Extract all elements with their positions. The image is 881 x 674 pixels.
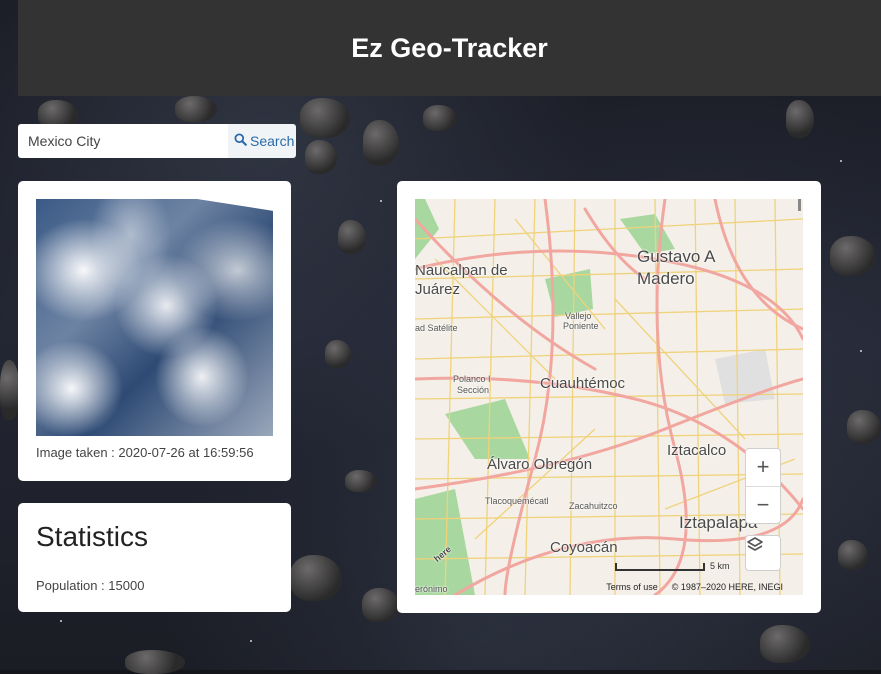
search-bar: Search [18,124,296,158]
app-title: Ez Geo-Tracker [351,32,548,63]
zoom-in-button[interactable]: + [746,449,780,487]
search-button-label: Search [250,133,295,149]
map-label-seccion: Sección [457,385,490,395]
asteroid [325,340,351,368]
map-card: Gustavo A Madero Naucalpan de Juárez Val… [397,181,821,613]
search-input[interactable] [18,124,228,158]
asteroid [363,120,399,166]
map-label-zacahuitzco: Zacahuitzco [569,501,618,511]
map-label-satelite: ad Satélite [415,323,458,333]
asteroid [125,650,185,674]
map-label-alvaro-obregon: Álvaro Obregón [487,456,593,473]
map-copyright: © 1987–2020 HERE, INEGI [671,582,783,592]
map-label-iztacalco: Iztacalco [667,442,727,459]
image-caption: Image taken : 2020-07-26 at 16:59:56 [36,445,254,460]
zoom-control: + − [745,448,781,524]
asteroid [175,96,217,122]
search-icon [234,133,247,149]
app-header: Ez Geo-Tracker [18,0,881,96]
asteroid [305,140,337,174]
map-label-gustavo: Gustavo A [637,247,716,266]
map-footer: Terms of use © 1987–2020 HERE, INEGI [415,579,803,595]
asteroid [423,105,457,131]
map-label-naucalpan: Naucalpan de [415,262,508,279]
map-label-coyoacan: Coyoacán [550,539,618,556]
map-roads [415,199,803,595]
map-label-madero: Madero [637,269,695,288]
map-scale-bar [615,563,705,571]
asteroid [338,220,366,254]
star [250,640,252,642]
star [60,620,62,622]
statistics-card: Statistics Population : 15000 [18,503,291,612]
map-label-polanco: Polanco I [453,374,491,384]
asteroid [345,470,377,492]
park-area [445,399,530,459]
asteroid [830,236,876,276]
star [840,160,842,162]
asteroid [362,588,400,622]
search-button[interactable]: Search [228,124,296,158]
map-label-tlacoquemecatl: Tlacoquemécatl [485,496,549,506]
layers-button[interactable] [745,535,781,571]
airport-area [715,349,775,404]
asteroid [760,625,810,663]
asteroid [786,100,814,138]
asteroid [847,410,881,444]
statistics-title: Statistics [36,521,149,552]
terms-link[interactable]: Terms of use [606,582,658,592]
satellite-image-card: Image taken : 2020-07-26 at 16:59:56 [18,181,291,481]
map-label-vallejo: Vallejo [565,311,592,321]
asteroid [300,98,350,138]
zoom-out-button[interactable]: − [746,487,780,524]
population-value: Population : 15000 [36,578,145,593]
asteroid [838,540,868,570]
star [860,350,862,352]
map-label-juarez: Juárez [415,281,461,298]
map-label-cuauhtemoc: Cuauhtémoc [540,375,626,392]
map-scale-label: 5 km [710,561,730,571]
park-area [415,199,439,259]
satellite-image [36,199,273,436]
asteroid [290,555,342,601]
map-view[interactable]: Gustavo A Madero Naucalpan de Juárez Val… [415,199,803,595]
map-scrollbar [798,199,801,211]
star [380,200,382,202]
asteroid [0,360,20,420]
map-label-poniente: Poniente [563,321,599,331]
